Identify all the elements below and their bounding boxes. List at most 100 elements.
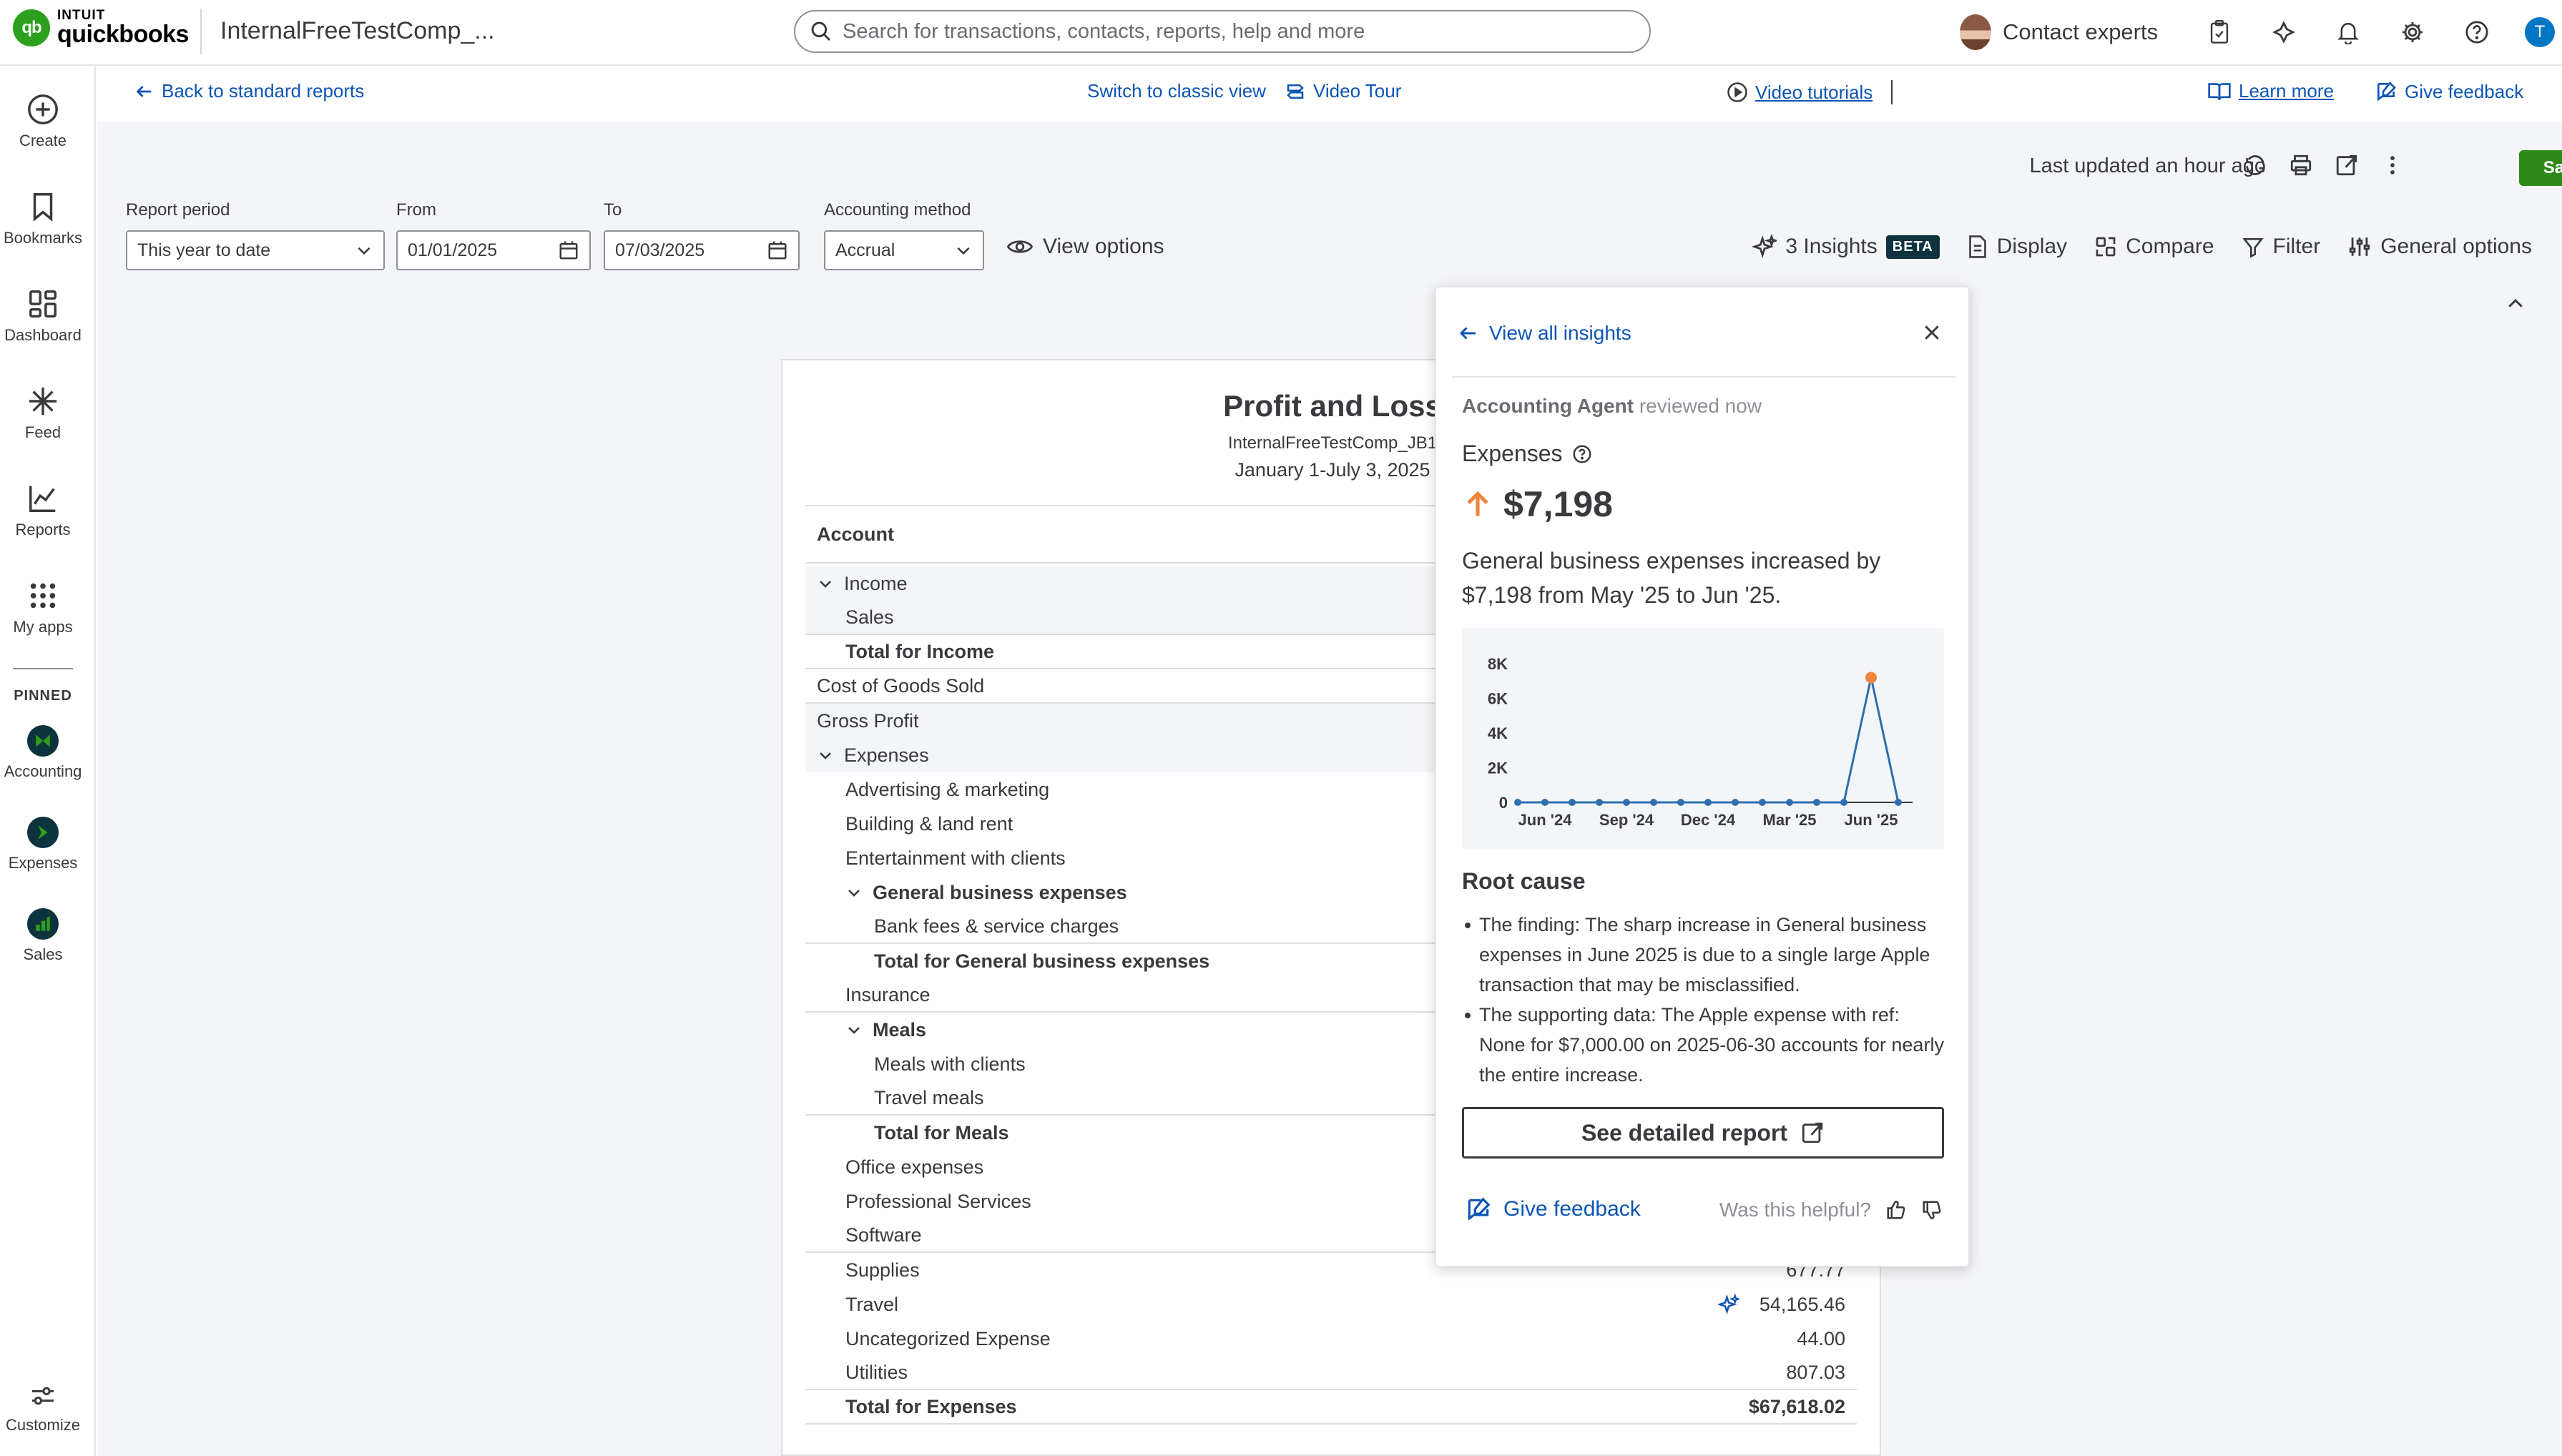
chevron-down-icon[interactable] [845, 884, 863, 901]
apps-icon[interactable] [2267, 16, 2300, 49]
agent-review-line: Accounting Agent reviewed now [1462, 395, 1762, 418]
row-label: Cost of Goods Sold [817, 674, 985, 697]
row-amount[interactable]: $67,618.02 [1749, 1396, 1845, 1418]
row-amount[interactable]: 807.03 [1786, 1362, 1845, 1384]
nav-feed[interactable]: Feed [0, 385, 86, 442]
row-label: Travel meals [874, 1086, 984, 1108]
arrow-up-icon [1467, 491, 1488, 516]
close-icon[interactable] [1921, 322, 1943, 343]
row-label: Advertising & marketing [845, 778, 1050, 800]
tasks-icon[interactable] [2203, 16, 2236, 49]
export-icon[interactable] [2335, 153, 2359, 177]
see-detailed-report-button[interactable]: See detailed report [1462, 1107, 1944, 1159]
data-point [1895, 799, 1902, 806]
general-options-button[interactable]: General options [2347, 235, 2532, 259]
switch-classic-label: Switch to classic view [1087, 80, 1266, 102]
y-tick-label: 8K [1488, 655, 1508, 673]
row-label: Meals with clients [874, 1053, 1026, 1075]
thumbs-down-icon[interactable] [1921, 1199, 1943, 1221]
nav-expenses-label: Expenses [8, 854, 78, 872]
insights-button[interactable]: 3 Insights BETA [1752, 235, 1940, 259]
to-date-input[interactable]: 07/03/2025 [604, 230, 800, 270]
table-row: Total for Expenses $67,618.02 [805, 1390, 1857, 1425]
from-date-value: 01/01/2025 [408, 240, 498, 260]
nav-create[interactable]: Create [0, 93, 86, 150]
nav-my-apps[interactable]: My apps [0, 579, 86, 636]
compare-button[interactable]: Compare [2094, 235, 2214, 259]
report-toolbar: Last updated an hour ago Save As Report … [97, 122, 2562, 316]
table-row: Uncategorized Expense 44.00 [805, 1322, 1857, 1356]
data-point [1732, 799, 1739, 806]
help-circle-icon[interactable] [1571, 443, 1593, 465]
settings-gear-icon[interactable] [2396, 16, 2429, 49]
row-label: Travel [845, 1293, 899, 1315]
nav-pinned-accounting[interactable]: Accounting [0, 725, 86, 781]
switch-classic-link[interactable]: Switch to classic view [1087, 80, 1266, 102]
thumbs-up-icon[interactable] [1885, 1199, 1907, 1221]
to-date-value: 07/03/2025 [615, 240, 705, 260]
y-tick-label: 6K [1488, 690, 1508, 708]
insight-sparkle-icon[interactable] [1717, 1294, 1739, 1315]
document-icon [1968, 235, 1986, 258]
help-icon[interactable] [2460, 16, 2493, 49]
chevron-up-icon[interactable] [2505, 293, 2526, 315]
learn-more-link[interactable]: Learn more [2207, 80, 2334, 102]
see-detailed-report-label: See detailed report [1581, 1119, 1788, 1146]
nav-reports[interactable]: Reports [0, 482, 86, 539]
video-tour-link[interactable]: Video Tour [1285, 80, 1401, 102]
row-amount[interactable]: 44.00 [1797, 1328, 1845, 1350]
filter-icon [2242, 238, 2264, 258]
learn-more-label: Learn more [2239, 80, 2334, 102]
view-options-button[interactable]: View options [1007, 235, 1164, 259]
more-options-icon[interactable] [2380, 153, 2405, 177]
nav-create-label: Create [19, 132, 67, 149]
chevron-down-icon[interactable] [845, 1021, 863, 1038]
report-subheader: Back to standard reports Switch to class… [97, 67, 2562, 122]
display-button[interactable]: Display [1967, 235, 2067, 259]
accounting-method-select[interactable]: Accrual [824, 230, 984, 270]
back-to-reports-link[interactable]: Back to standard reports [134, 80, 364, 102]
helpful-label: Was this helpful? [1719, 1199, 1871, 1221]
give-feedback-link[interactable]: Give feedback [2375, 80, 2523, 103]
calendar-icon[interactable] [558, 240, 579, 261]
chevron-down-icon[interactable] [817, 747, 834, 764]
row-amount[interactable]: 54,165.46 [1717, 1293, 1845, 1316]
accounting-method-label: Accounting method [824, 200, 971, 220]
quickbooks-logo[interactable]: qb INTUIT quickbooks [13, 9, 189, 46]
logo-product-text: quickbooks [57, 21, 189, 48]
from-date-input[interactable]: 01/01/2025 [396, 230, 591, 270]
search-input[interactable] [843, 19, 1615, 44]
insights-label: 3 Insights [1785, 235, 1878, 258]
global-search[interactable] [794, 10, 1651, 53]
expert-avatar [1960, 14, 1991, 50]
company-name[interactable]: InternalFreeTestComp_... [220, 17, 495, 45]
nav-pinned-sales[interactable]: Sales [0, 908, 86, 964]
save-as-button[interactable]: Save As [2519, 150, 2562, 186]
y-tick-label: 4K [1488, 724, 1508, 742]
insight-description: General business expenses increased by $… [1462, 548, 1881, 608]
dashboard-icon [29, 290, 57, 318]
view-options-label: View options [1043, 235, 1164, 258]
nav-pinned-expenses[interactable]: Expenses [0, 817, 86, 872]
print-icon[interactable] [2289, 153, 2313, 177]
sliders-icon [2350, 237, 2370, 256]
view-all-insights-link[interactable]: View all insights [1458, 322, 1631, 345]
notifications-bell-icon[interactable] [2332, 16, 2365, 49]
contact-experts-button[interactable]: Contact experts [1960, 14, 2158, 50]
filter-button[interactable]: Filter [2242, 235, 2320, 259]
quickbooks-logo-mark: qb [13, 9, 50, 46]
user-avatar[interactable]: T [2525, 17, 2555, 47]
panel-give-feedback-link[interactable]: Give feedback [1465, 1196, 1641, 1223]
row-amount-value: 54,165.46 [1759, 1293, 1845, 1315]
refresh-icon[interactable] [2243, 153, 2267, 177]
report-period-select[interactable]: This year to date [126, 230, 385, 270]
video-tutorials-link[interactable]: Video tutorials [1727, 80, 1893, 104]
nav-dashboard[interactable]: Dashboard [0, 287, 86, 345]
nav-feed-label: Feed [24, 423, 62, 441]
eye-icon [1007, 240, 1033, 253]
chevron-down-icon[interactable] [817, 575, 834, 592]
nav-customize[interactable]: Customize [0, 1382, 86, 1435]
nav-bookmarks[interactable]: Bookmarks [0, 190, 86, 247]
chevron-down-icon [358, 247, 370, 255]
calendar-icon[interactable] [767, 240, 788, 261]
